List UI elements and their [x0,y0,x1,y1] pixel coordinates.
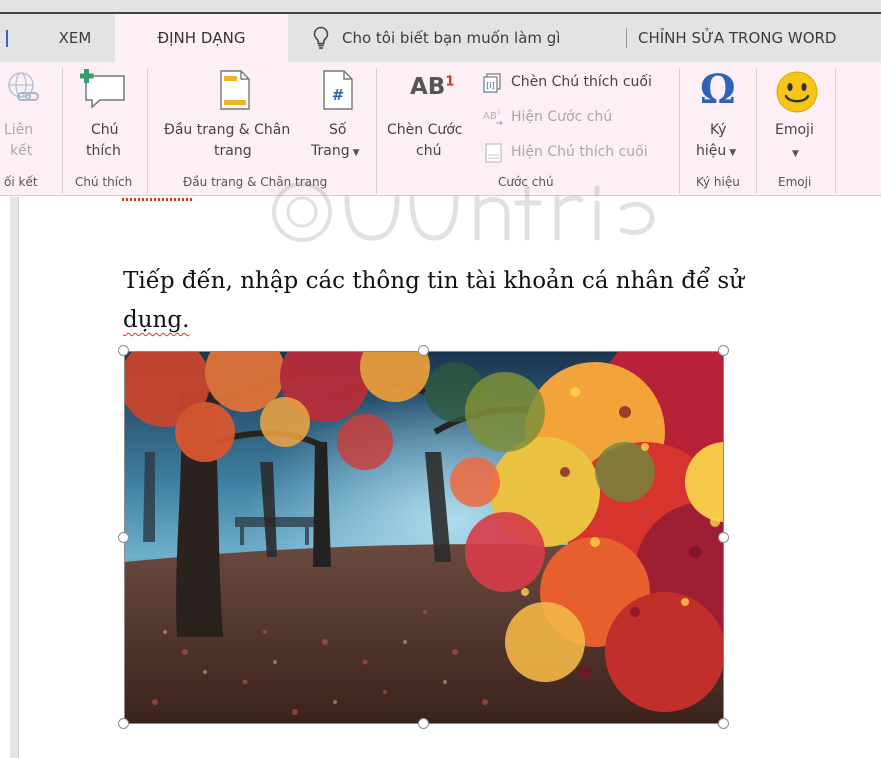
tab-xem[interactable]: XEM [38,14,112,62]
comment-label-2: thích [86,143,121,159]
paragraph-line-1: Tiếp đến, nhập các thông tin tài khoản c… [123,262,753,301]
group-label-links: ối kết [4,175,38,189]
insert-footnote-label-2: chú [416,143,442,159]
insert-endnote-label: Chèn Chú thích cuối [511,74,652,90]
chevron-down-icon: ▼ [352,148,360,158]
tab-previous-partial[interactable] [0,14,20,62]
lightbulb-icon [313,26,329,49]
resize-handle-bottom[interactable] [418,718,429,729]
header-footer-label-1: Đầu trang & Chân [164,122,291,138]
group-label-comment: Chú thích [75,175,133,189]
link-label-2: kết [10,143,33,159]
show-endnotes-icon [485,143,502,163]
autumn-park-image [125,352,723,723]
resize-handle-left[interactable] [118,532,129,543]
comment-label-1: Chú [91,122,119,138]
smiley-icon [776,71,818,113]
group-separator [62,68,63,194]
emoji-label: Emoji [775,122,814,138]
symbol-label-1: Ký [710,122,727,138]
svg-text:#: # [332,86,345,104]
svg-text:1: 1 [497,109,501,116]
insert-footnote-label-1: Chèn Cước [387,122,463,138]
inserted-autumn-photo[interactable] [124,351,724,724]
group-separator [679,68,680,194]
chevron-down-icon: ▼ [729,148,737,158]
group-separator [147,68,148,194]
chevron-down-icon: ▼ [792,149,799,159]
endnote-icon: [i] [483,73,501,93]
tab-separator [626,28,627,48]
watermark-logo [272,182,655,242]
show-footnotes-icon: AB 1 [483,109,504,126]
document-paragraph[interactable]: Tiếp đến, nhập các thông tin tài khoản c… [123,262,753,340]
resize-handle-right[interactable] [718,532,729,543]
paragraph-line-2: dụng. [123,301,753,340]
header-footer-icon [220,70,250,110]
resize-handle-top-left[interactable] [118,345,129,356]
globe-link-icon [8,72,39,101]
spellcheck-underline [122,198,194,201]
group-separator [376,68,377,194]
group-separator [835,68,836,194]
paragraph-text-1: Tiếp đến, nhập các thông tin tài khoản c… [123,268,745,294]
comment-icon [80,69,125,109]
group-label-symbols: Ký hiệu [696,175,740,189]
svg-text:[i]: [i] [486,81,494,90]
resize-handle-top[interactable] [418,345,429,356]
resize-handle-bottom-left[interactable] [118,718,129,729]
resize-handle-bottom-right[interactable] [718,718,729,729]
group-separator [756,68,757,194]
show-footnotes-label: Hiện Cước chú [511,109,613,125]
svg-text:AB: AB [483,111,497,122]
show-endnotes-label: Hiện Chú thích cuối [511,144,648,160]
tab-edit-in-word[interactable]: CHỈNH SỬA TRONG WORD [638,14,858,62]
omega-icon: Ω [700,66,736,113]
insert-footnote-icon: AB1 [410,74,455,100]
group-label-emoji: Emoji [778,175,812,189]
symbol-label-2: hiệu ▼ [696,143,737,159]
ribbon-tab-strip: XEM ĐỊNH DẠNG Cho tôi biết bạn muốn làm … [0,0,881,62]
tell-me-text: Cho tôi biết bạn muốn làm gì [342,29,561,47]
left-margin-ruler [10,197,19,758]
tab-dinh-dang[interactable]: ĐỊNH DẠNG [115,14,288,62]
ribbon-panel: Liên kết ối kết Chú thích Chú thích Đầu … [0,62,881,196]
link-label-1: Liên [4,122,34,138]
page-number-label-2: Trang ▼ [311,143,360,159]
paragraph-text-2: dụng. [123,307,190,333]
page-number-label-1: Số [329,122,347,138]
page-number-icon: # [323,70,353,110]
header-footer-label-2: trang [214,143,252,159]
resize-handle-top-right[interactable] [718,345,729,356]
